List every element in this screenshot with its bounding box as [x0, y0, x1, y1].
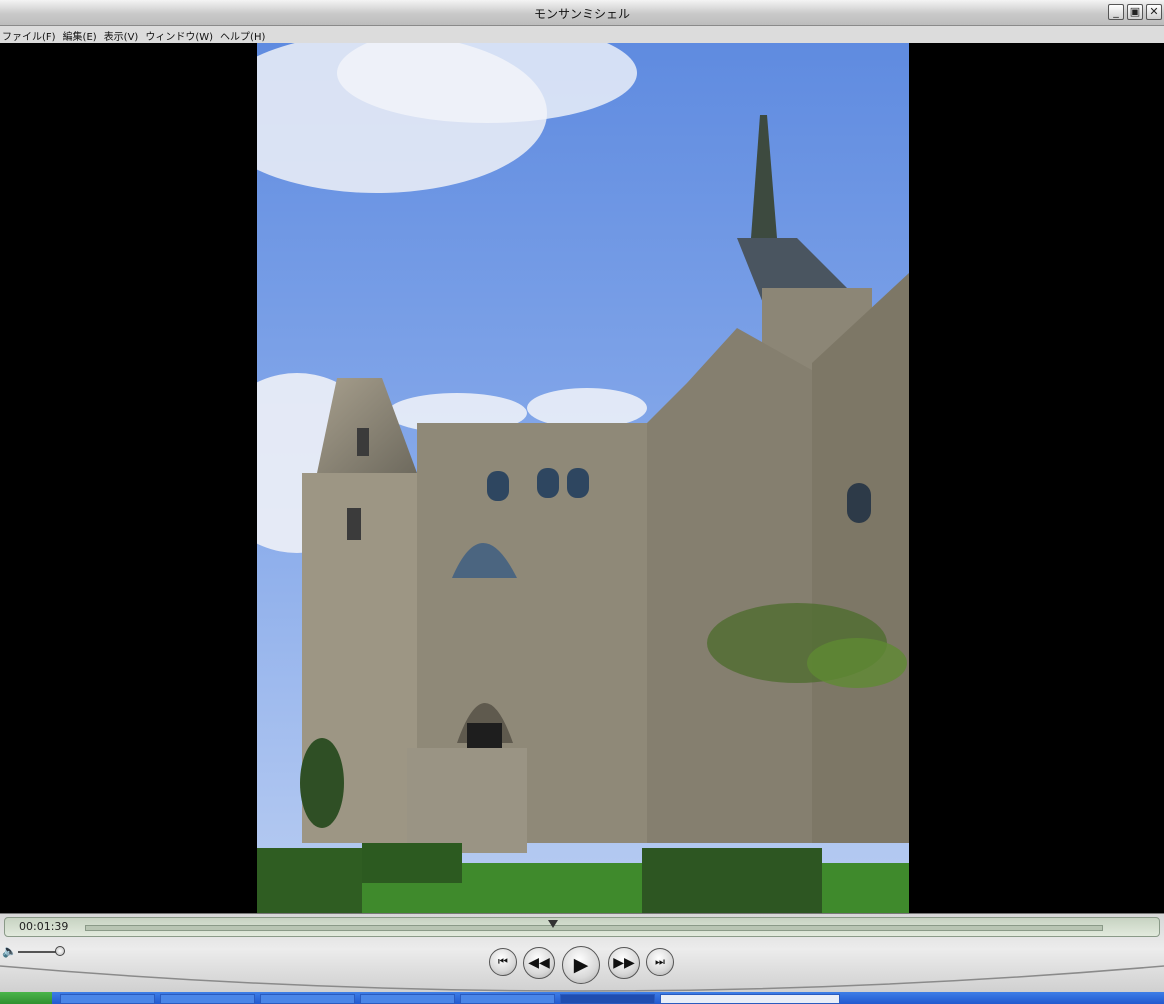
abbey-photo-image [257, 43, 909, 913]
taskbar-item-active[interactable] [560, 994, 655, 1004]
taskbar-item[interactable] [460, 994, 555, 1004]
seek-track[interactable] [85, 925, 1103, 931]
window-title-bar[interactable]: モンサンミシェル _ ▣ ✕ [0, 0, 1164, 26]
taskbar-item[interactable] [60, 994, 155, 1004]
previous-button[interactable]: ⏮ [489, 948, 517, 976]
menu-bar: ファイル(F) 編集(E) 表示(V) ウィンドウ(W) ヘルプ(H) [0, 26, 1164, 43]
menu-view[interactable]: 表示(V) [102, 26, 144, 43]
timeline-bar[interactable]: 00:01:39 [4, 917, 1160, 937]
menu-window[interactable]: ウィンドウ(W) [143, 26, 218, 43]
fast-forward-button[interactable]: ▶▶ [608, 947, 640, 979]
video-display[interactable] [0, 43, 1164, 913]
rewind-button[interactable]: ◀◀ [523, 947, 555, 979]
playhead-icon[interactable] [548, 920, 559, 928]
taskbar-item[interactable] [160, 994, 255, 1004]
menu-edit[interactable]: 編集(E) [61, 26, 102, 43]
window-title: モンサンミシェル [533, 7, 630, 21]
playback-controls: 00:01:39 🔈 ⏮ ◀◀ ▶ ▶▶ ⏭ [0, 913, 1164, 992]
video-frame [257, 43, 909, 913]
taskbar-item[interactable] [660, 994, 840, 1004]
close-button[interactable]: ✕ [1146, 4, 1162, 20]
menu-file[interactable]: ファイル(F) [0, 26, 61, 43]
taskbar-item[interactable] [360, 994, 455, 1004]
os-taskbar [0, 992, 1164, 1004]
play-button[interactable]: ▶ [562, 946, 600, 984]
taskbar-item[interactable] [260, 994, 355, 1004]
next-button[interactable]: ⏭ [646, 948, 674, 976]
volume-slider[interactable] [18, 951, 60, 953]
current-time: 00:01:39 [19, 920, 69, 933]
minimize-button[interactable]: _ [1108, 4, 1124, 20]
volume-knob[interactable] [55, 946, 65, 956]
start-button[interactable] [0, 992, 52, 1004]
restore-button[interactable]: ▣ [1127, 4, 1143, 20]
menu-help[interactable]: ヘルプ(H) [218, 26, 270, 43]
volume-icon[interactable]: 🔈 [2, 944, 17, 958]
